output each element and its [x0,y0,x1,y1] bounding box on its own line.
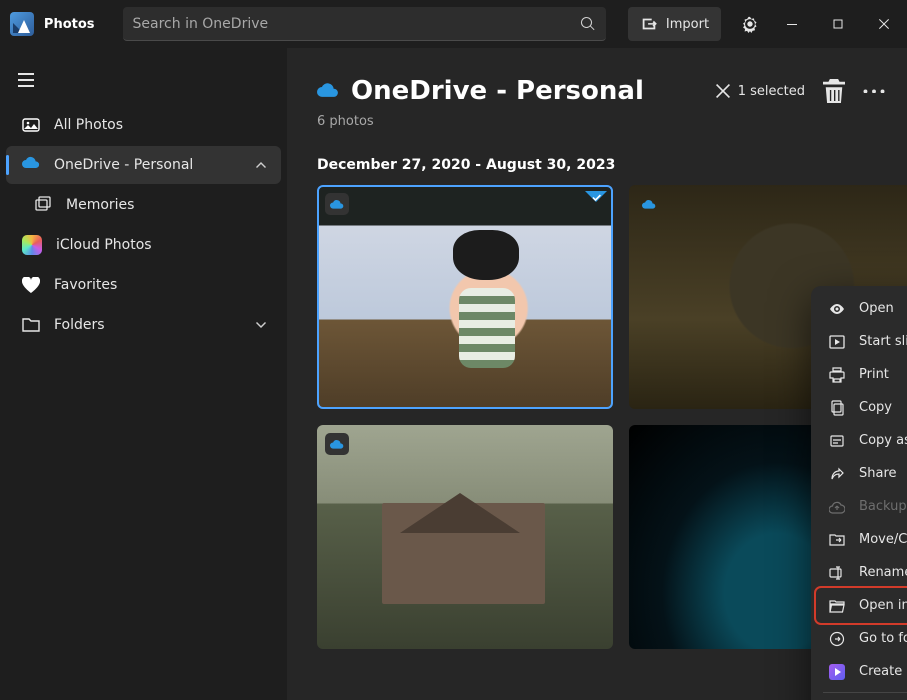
ctx-share[interactable]: Share Alt+S [817,457,907,490]
slideshow-icon [829,334,845,350]
ctx-backup-onedrive: Backup to OneDrive [817,490,907,523]
more-options-button[interactable] [863,80,885,102]
nav-label: Favorites [54,277,117,293]
ctx-label: Move/Copy [859,532,907,547]
maximize-button[interactable] [815,4,861,44]
gallery-icon [22,116,40,134]
copy-icon [829,400,845,416]
ctx-label: Copy [859,400,892,415]
folder-icon [22,316,40,334]
ctx-move-copy[interactable]: Move/Copy [817,523,907,556]
selected-check-icon[interactable] [585,191,607,213]
ctx-label: Copy as path [859,433,907,448]
minimize-button[interactable] [769,4,815,44]
ctx-open[interactable]: Open [817,292,907,325]
chevron-up-icon [255,159,267,171]
title-bar: Photos Import [0,0,907,48]
ctx-label: Rename [859,565,907,580]
ellipsis-icon [863,89,885,94]
content-area: OneDrive - Personal 1 selected 6 photos … [287,48,907,700]
eye-icon [829,301,845,317]
ctx-slideshow[interactable]: Start slideshow F5 [817,325,907,358]
cloud-badge-icon [637,193,661,215]
ctx-label: Start slideshow [859,334,907,349]
ctx-label: Print [859,367,889,382]
context-menu: Open Start slideshow F5 Print Ctrl+P Cop… [811,286,907,700]
ctx-copy-path[interactable]: Copy as path Ctrl+Shift+C [817,424,907,457]
ctx-label: Open [859,301,894,316]
move-icon [829,532,845,548]
ctx-print[interactable]: Print Ctrl+P [817,358,907,391]
cloud-icon [22,156,40,174]
import-label: Import [666,17,709,32]
sidebar: All Photos OneDrive - Personal Memories … [0,48,287,700]
goto-icon [829,631,845,647]
nav-label: All Photos [54,117,123,133]
search-icon[interactable] [580,16,596,32]
ctx-label: Open in File Explorer [859,598,907,613]
ctx-label: Go to folder in Microsoft Photos [859,631,907,646]
import-icon [640,15,658,33]
share-icon [829,466,845,482]
close-button[interactable] [861,4,907,44]
nav-label: Folders [54,317,105,333]
chevron-down-icon [255,319,267,331]
memories-icon [34,196,52,214]
icloud-photos-icon [22,235,42,255]
nav-folders[interactable]: Folders [6,306,281,344]
nav-favorites[interactable]: Favorites [6,266,281,304]
selected-count-label: 1 selected [738,84,805,99]
ctx-goto-folder[interactable]: Go to folder in Microsoft Photos [817,622,907,655]
clipchamp-icon [829,664,845,680]
print-icon [829,367,845,383]
delete-button[interactable] [823,80,845,102]
nav-label: OneDrive - Personal [54,157,193,173]
ctx-rename[interactable]: Rename F2 [817,556,907,589]
ctx-label: Backup to OneDrive [859,499,907,514]
cloud-icon [317,82,339,101]
photo-count: 6 photos [317,114,885,129]
app-icon [10,12,34,36]
copy-path-icon [829,433,845,449]
photo-thumbnail[interactable] [317,425,613,649]
cloud-badge-icon [325,193,349,215]
ctx-copy[interactable]: Copy Ctrl+C [817,391,907,424]
cloud-badge-icon [325,433,349,455]
folder-open-icon [829,598,845,614]
search-box[interactable] [123,7,606,41]
hamburger-button[interactable] [6,62,46,98]
close-icon [716,84,730,98]
trash-icon [823,79,845,104]
page-title: OneDrive - Personal [351,76,644,106]
settings-icon[interactable] [741,15,759,33]
cloud-up-icon [829,499,845,515]
nav-label: iCloud Photos [56,237,152,253]
nav-onedrive-personal[interactable]: OneDrive - Personal [6,146,281,184]
photo-thumbnail[interactable] [317,185,613,409]
photo-grid [317,185,885,649]
ctx-separator [823,692,907,693]
app-title: Photos [44,17,95,32]
import-button[interactable]: Import [628,7,721,41]
nav-label: Memories [66,197,134,213]
content-header: OneDrive - Personal 1 selected [317,76,885,106]
ctx-label: Share [859,466,897,481]
rename-icon [829,565,845,581]
ctx-clipchamp[interactable]: Create a video in Microsoft Clipchamp [817,655,907,688]
nav-all-photos[interactable]: All Photos [6,106,281,144]
search-input[interactable] [133,16,580,32]
window-controls [769,4,907,44]
heart-icon [22,276,40,294]
ctx-open-file-explorer[interactable]: Open in File Explorer F3 [817,589,907,622]
nav-memories[interactable]: Memories [6,186,281,224]
ctx-label: Create a video in Microsoft Clipchamp [859,664,907,679]
nav-icloud-photos[interactable]: iCloud Photos [6,226,281,264]
date-range-label: December 27, 2020 - August 30, 2023 [317,157,885,173]
clear-selection-button[interactable]: 1 selected [716,84,805,99]
